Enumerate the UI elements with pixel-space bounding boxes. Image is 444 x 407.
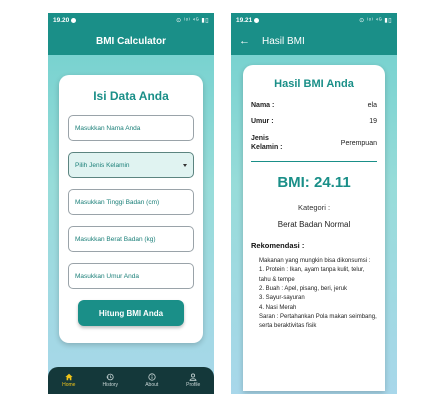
- back-arrow-icon[interactable]: ←: [239, 35, 250, 47]
- bmi-value: BMI: 24.11: [277, 174, 351, 192]
- result-card: Hasil BMI Anda Nama : ela Umur : 19 Jeni…: [243, 65, 385, 391]
- input-form-card: Isi Data Anda Masukkan Nama Anda Pilih J…: [59, 75, 203, 343]
- info-icon: [148, 373, 156, 381]
- nav-home-label: Home: [62, 382, 76, 388]
- app-title: BMI Calculator: [95, 35, 166, 47]
- age-placeholder: Masukkan Umur Anda: [75, 272, 139, 280]
- gender-select[interactable]: Pilih Jenis Kelamin: [68, 152, 194, 178]
- nav-profile[interactable]: Profile: [178, 373, 208, 388]
- history-icon: [106, 373, 114, 381]
- status-icons: ⊙ ⁽ᵒ⁾ ⁴ᴳ ▮▯: [359, 17, 392, 24]
- gender-row: Jenis Kelamin : Perempuan: [251, 134, 377, 152]
- name-input[interactable]: Masukkan Nama Anda: [68, 115, 194, 141]
- gender-value: Perempuan: [340, 139, 377, 147]
- gender-placeholder: Pilih Jenis Kelamin: [75, 161, 130, 169]
- person-icon: [189, 373, 197, 381]
- chevron-down-icon: [183, 163, 187, 167]
- weight-input[interactable]: Masukkan Berat Badan (kg): [68, 226, 194, 252]
- result-title: Hasil BMI Anda: [274, 78, 354, 90]
- notification-icon: [71, 17, 77, 23]
- gender-label: Jenis Kelamin :: [251, 135, 283, 152]
- category-label: Kategori :: [297, 203, 331, 213]
- age-value: 19: [369, 118, 377, 125]
- name-placeholder: Masukkan Nama Anda: [75, 124, 141, 132]
- age-row: Umur : 19: [251, 118, 377, 125]
- calculator-screen: 19.20 ⊙ ⁽ᵒ⁾ ⁴ᴳ ▮▯ BMI Calculator Isi Dat…: [48, 13, 214, 394]
- age-label: Umur :: [251, 118, 274, 125]
- age-input[interactable]: Masukkan Umur Anda: [68, 263, 194, 289]
- app-bar: BMI Calculator: [48, 27, 214, 55]
- status-icons: ⊙ ⁽ᵒ⁾ ⁴ᴳ ▮▯: [176, 17, 209, 24]
- category-value: Berat Badan Normal: [277, 220, 351, 230]
- name-value: ela: [367, 102, 377, 109]
- height-input[interactable]: Masukkan Tinggi Badan (cm): [68, 189, 194, 215]
- nav-history-label: History: [102, 382, 119, 388]
- status-time: 19.20: [53, 16, 70, 24]
- divider: [251, 161, 377, 163]
- result-screen: 19.21 ⊙ ⁽ᵒ⁾ ⁴ᴳ ▮▯ ← Hasil BMI Hasil BMI …: [231, 13, 397, 394]
- status-bar: 19.21 ⊙ ⁽ᵒ⁾ ⁴ᴳ ▮▯: [231, 13, 397, 27]
- weight-placeholder: Masukkan Berat Badan (kg): [75, 235, 156, 243]
- notification-icon: [254, 17, 260, 23]
- status-bar: 19.20 ⊙ ⁽ᵒ⁾ ⁴ᴳ ▮▯: [48, 13, 214, 27]
- name-row: Nama : ela: [251, 102, 377, 109]
- nav-history[interactable]: History: [95, 373, 125, 388]
- nav-profile-label: Profile: [186, 382, 201, 388]
- recommendation-title: Rekomendasi :: [251, 241, 305, 251]
- calculate-bmi-button[interactable]: Hitung BMI Anda: [78, 300, 184, 326]
- name-label: Nama :: [251, 102, 275, 109]
- nav-about[interactable]: About: [137, 373, 167, 388]
- nav-home[interactable]: Home: [54, 373, 84, 388]
- height-placeholder: Masukkan Tinggi Badan (cm): [75, 198, 160, 206]
- bottom-navigation: Home History About Profile: [48, 367, 214, 394]
- home-icon: [65, 373, 73, 381]
- nav-about-label: About: [145, 382, 159, 388]
- status-time: 19.21: [236, 16, 253, 24]
- app-title: Hasil BMI: [262, 35, 305, 47]
- form-title: Isi Data Anda: [93, 89, 169, 103]
- app-bar: ← Hasil BMI: [231, 27, 397, 55]
- recommendation-text: Makanan yang mungkin bisa dikonsumsi : 1…: [259, 258, 377, 330]
